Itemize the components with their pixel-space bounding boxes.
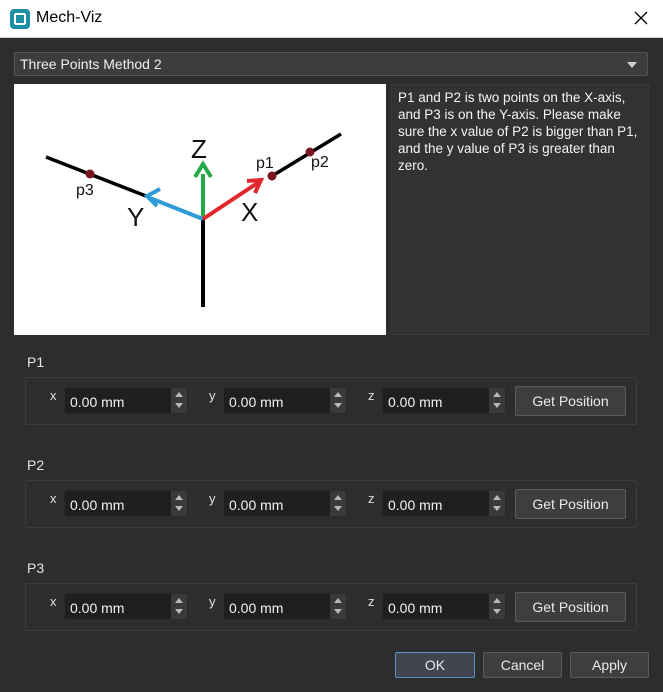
spin-down-icon[interactable] [175, 609, 183, 614]
spin-up-icon[interactable] [175, 495, 183, 500]
method-dropdown[interactable]: Three Points Method 2 [14, 52, 648, 76]
chevron-down-icon [627, 62, 637, 68]
p1-y-stepper[interactable] [330, 388, 346, 413]
y-axis-line [45, 155, 147, 198]
spin-down-icon[interactable] [493, 506, 501, 511]
spin-down-icon[interactable] [493, 403, 501, 408]
spin-up-icon[interactable] [334, 392, 342, 397]
p2-y-input[interactable]: 0.00 mm [223, 490, 347, 517]
spin-up-icon[interactable] [175, 598, 183, 603]
spin-up-icon[interactable] [493, 392, 501, 397]
p3-x-stepper[interactable] [171, 594, 187, 619]
p2-z-input[interactable]: 0.00 mm [382, 490, 506, 517]
spin-down-icon[interactable] [334, 609, 342, 614]
p1-x-stepper[interactable] [171, 388, 187, 413]
group-label-p2: P2 [27, 457, 45, 473]
method-dropdown-value: Three Points Method 2 [20, 56, 162, 72]
p1-x-label: x [50, 388, 57, 403]
p3-y-stepper[interactable] [330, 594, 346, 619]
p1-y-label: y [209, 388, 216, 403]
title-bar: Mech-Viz [0, 0, 663, 38]
p1-z-input[interactable]: 0.00 mm [382, 387, 506, 414]
group-label-p1: P1 [27, 354, 45, 370]
label-y: Y [127, 202, 144, 232]
spin-up-icon[interactable] [334, 495, 342, 500]
p3-z-input[interactable]: 0.00 mm [382, 593, 506, 620]
p3-y-input[interactable]: 0.00 mm [223, 593, 347, 620]
p1-y-value: 0.00 mm [229, 394, 284, 410]
p2-x-input[interactable]: 0.00 mm [64, 490, 188, 517]
label-p2: p2 [311, 154, 329, 171]
p2-y-stepper[interactable] [330, 491, 346, 516]
p2-y-label: y [209, 491, 216, 506]
p3-y-value: 0.00 mm [229, 600, 284, 616]
p1-x-value: 0.00 mm [70, 394, 125, 410]
p2-x-label: x [50, 491, 57, 506]
cancel-button[interactable]: Cancel [483, 652, 562, 678]
point-p3 [85, 169, 95, 179]
spin-up-icon[interactable] [493, 598, 501, 603]
p3-get-position-button[interactable]: Get Position [515, 592, 626, 622]
group-label-p3: P3 [27, 560, 45, 576]
close-icon [634, 11, 648, 25]
mech-viz-logo-icon [10, 9, 30, 29]
p2-y-value: 0.00 mm [229, 497, 284, 513]
spin-down-icon[interactable] [175, 403, 183, 408]
spin-down-icon[interactable] [493, 609, 501, 614]
p2-z-label: z [368, 491, 375, 506]
p1-x-input[interactable]: 0.00 mm [64, 387, 188, 414]
p2-z-value: 0.00 mm [388, 497, 443, 513]
p2-z-stepper[interactable] [489, 491, 505, 516]
three-points-diagram: Z X Y p1 p2 p3 [14, 84, 386, 335]
window-title: Mech-Viz [36, 9, 103, 26]
p1-z-label: z [368, 388, 375, 403]
diagram-canvas: Z X Y p1 p2 p3 [45, 132, 342, 307]
spin-up-icon[interactable] [175, 392, 183, 397]
p1-group: x 0.00 mm y 0.00 mm z 0.00 mm Get Positi… [25, 377, 637, 425]
p3-x-value: 0.00 mm [70, 600, 125, 616]
spin-up-icon[interactable] [334, 598, 342, 603]
p3-x-input[interactable]: 0.00 mm [64, 593, 188, 620]
p3-x-label: x [50, 594, 57, 609]
p1-z-value: 0.00 mm [388, 394, 443, 410]
method-description: P1 and P2 is two points on the X-axis, a… [391, 84, 649, 335]
spin-down-icon[interactable] [175, 506, 183, 511]
p3-y-label: y [209, 594, 216, 609]
apply-button[interactable]: Apply [570, 652, 649, 678]
p1-y-input[interactable]: 0.00 mm [223, 387, 347, 414]
spin-down-icon[interactable] [334, 403, 342, 408]
spin-up-icon[interactable] [493, 495, 501, 500]
spin-down-icon[interactable] [334, 506, 342, 511]
label-p3: p3 [76, 182, 94, 199]
p2-get-position-button[interactable]: Get Position [515, 489, 626, 519]
p3-z-stepper[interactable] [489, 594, 505, 619]
p2-group: x 0.00 mm y 0.00 mm z 0.00 mm Get Positi… [25, 480, 637, 528]
p3-group: x 0.00 mm y 0.00 mm z 0.00 mm Get Positi… [25, 583, 637, 631]
p2-x-value: 0.00 mm [70, 497, 125, 513]
close-button[interactable] [628, 6, 654, 30]
p1-z-stepper[interactable] [489, 388, 505, 413]
p3-z-label: z [368, 594, 375, 609]
x-axis-line [271, 132, 342, 178]
ok-button[interactable]: OK [395, 652, 475, 678]
y-arrow [149, 196, 204, 221]
p2-x-stepper[interactable] [171, 491, 187, 516]
label-p1: p1 [256, 155, 274, 172]
p1-get-position-button[interactable]: Get Position [515, 386, 626, 416]
p3-z-value: 0.00 mm [388, 600, 443, 616]
point-p1 [267, 171, 277, 181]
label-z: Z [191, 134, 207, 164]
label-x: X [241, 197, 258, 227]
